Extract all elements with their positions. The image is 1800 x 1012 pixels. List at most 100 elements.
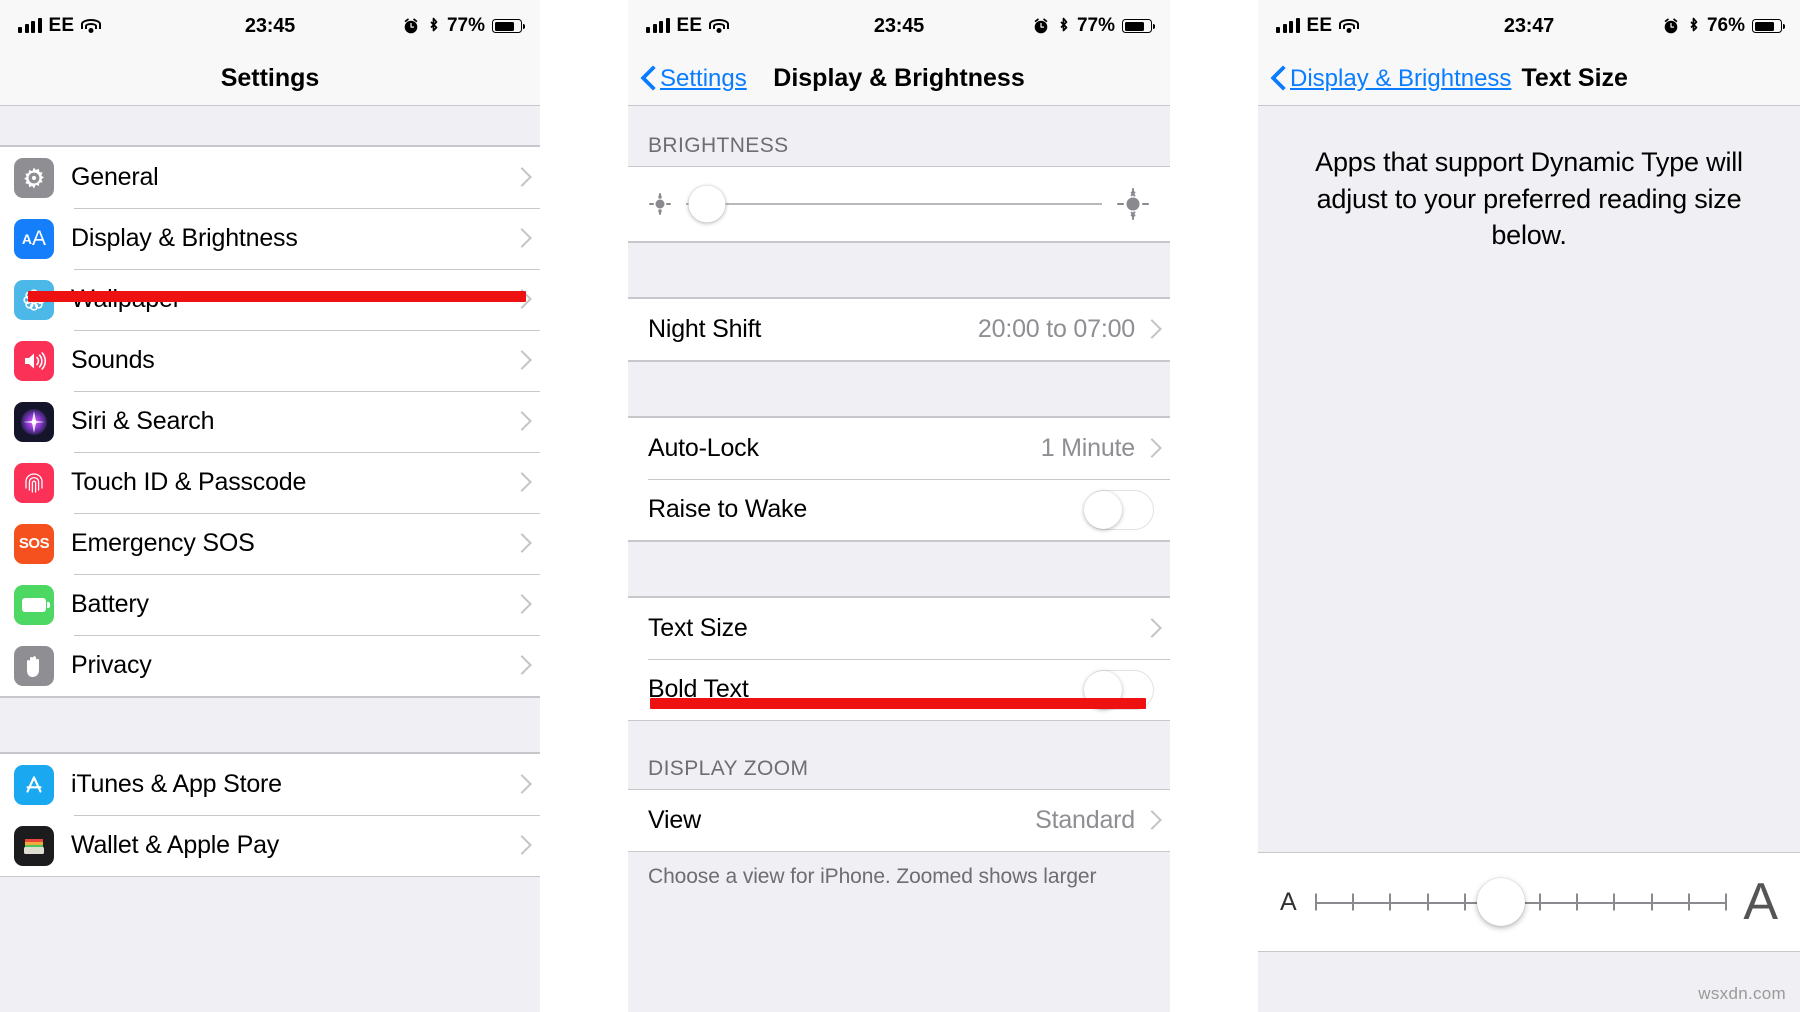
brightness-group xyxy=(628,167,1170,242)
status-bar: EE 23:45 77% xyxy=(628,0,1170,52)
text-size-slider-track[interactable] xyxy=(1314,878,1728,926)
slider-tick xyxy=(1463,893,1466,911)
wifi-icon xyxy=(1339,18,1360,34)
row-label: Auto-Lock xyxy=(648,434,759,462)
chevron-right-icon xyxy=(1145,619,1156,638)
row-raise-to-wake[interactable]: Raise to Wake xyxy=(628,479,1170,540)
row-bold-text[interactable]: Bold Text xyxy=(628,659,1170,720)
text-size-body: Apps that support Dynamic Type will adju… xyxy=(1258,106,1800,1012)
brightness-slider-knob[interactable] xyxy=(688,185,726,223)
row-night-shift[interactable]: Night Shift 20:00 to 07:00 xyxy=(628,299,1170,360)
display-zoom-group: View Standard xyxy=(628,790,1170,852)
sidebar-item-sounds[interactable]: Sounds xyxy=(0,330,540,391)
row-value: 20:00 to 07:00 xyxy=(977,315,1135,343)
slider-tick xyxy=(1426,893,1429,911)
brightness-slider-track[interactable] xyxy=(686,185,1102,223)
page-title: Settings xyxy=(220,64,320,92)
chevron-right-icon xyxy=(515,351,526,370)
section-header-label: BRIGHTNESS xyxy=(648,134,789,157)
back-button-display-brightness[interactable]: Display & Brightness xyxy=(1272,65,1511,93)
hand-icon xyxy=(14,645,54,686)
brightness-slider-row[interactable] xyxy=(628,167,1170,241)
large-a-label: A xyxy=(1743,873,1778,931)
chevron-right-icon xyxy=(515,534,526,553)
bluetooth-icon xyxy=(1060,17,1068,31)
speaker-icon xyxy=(14,340,54,381)
sidebar-item-label: Privacy xyxy=(71,651,152,679)
chevron-right-icon xyxy=(515,656,526,675)
slider-tick xyxy=(1650,893,1653,911)
section-header-label: DISPLAY ZOOM xyxy=(648,757,809,780)
back-button-label: Settings xyxy=(660,64,747,92)
display-settings-list[interactable]: BRIGHTNESS Night Shift 20:00 to 07:00 Au… xyxy=(628,106,1170,1012)
slider-tick xyxy=(1538,893,1541,911)
status-bar: EE 23:45 77% xyxy=(0,0,540,52)
battery-percent-label: 77% xyxy=(446,15,485,36)
watermark-label: wsxdn.com xyxy=(1698,984,1786,1003)
sidebar-item-label: iTunes & App Store xyxy=(71,770,282,798)
row-label: Raise to Wake xyxy=(648,495,808,523)
chevron-left-icon xyxy=(1272,67,1285,90)
nav-bar-text-size: Display & Brightness Text Size xyxy=(1258,52,1800,106)
back-button-settings[interactable]: Settings xyxy=(642,65,747,93)
status-bar: EE 23:47 76% xyxy=(1258,0,1800,52)
sidebar-item-itunes-app-store[interactable]: iTunes & App Store xyxy=(0,754,540,815)
sidebar-item-label: Sounds xyxy=(71,346,155,374)
app-store-icon xyxy=(14,764,54,805)
view-footer-label: Choose a view for iPhone. Zoomed shows l… xyxy=(648,865,1097,888)
signal-bars-icon xyxy=(646,18,670,33)
row-text-size[interactable]: Text Size xyxy=(628,598,1170,659)
list-top-gap xyxy=(0,106,540,146)
signal-bars-icon xyxy=(18,18,42,33)
row-auto-lock[interactable]: Auto-Lock 1 Minute xyxy=(628,418,1170,479)
sidebar-item-emergency-sos[interactable]: SOS Emergency SOS xyxy=(0,513,540,574)
slider-tick xyxy=(1352,893,1354,911)
sidebar-item-battery[interactable]: Battery xyxy=(0,574,540,635)
sidebar-item-label: Touch ID & Passcode xyxy=(71,468,307,496)
status-bar-right: 77% xyxy=(1032,15,1155,37)
section-header-display-zoom: DISPLAY ZOOM xyxy=(628,721,1170,790)
sidebar-item-general[interactable]: General xyxy=(0,147,540,208)
text-size-slider-knob[interactable] xyxy=(1477,878,1526,926)
slider-tick xyxy=(1613,893,1616,911)
battery-icon xyxy=(492,19,525,33)
row-label: Text Size xyxy=(648,614,748,642)
sidebar-item-display-brightness[interactable]: AA Display & Brightness xyxy=(0,208,540,269)
battery-percent-label: 77% xyxy=(1076,15,1115,36)
slider-tick xyxy=(1314,893,1317,911)
carrier-label: EE xyxy=(1306,15,1333,36)
settings-list[interactable]: General AA Display & Brightness Sounds S… xyxy=(0,106,540,1012)
sidebar-item-siri-search[interactable]: Siri & Search xyxy=(0,391,540,452)
row-view[interactable]: View Standard xyxy=(628,790,1170,851)
sidebar-item-label: Siri & Search xyxy=(71,407,215,435)
sidebar-item-label: Display & Brightness xyxy=(71,224,298,252)
gap-after-brightness xyxy=(628,242,1170,298)
slider-tick xyxy=(1575,893,1578,911)
sidebar-item-wallet-apple-pay[interactable]: Wallet & Apple Pay xyxy=(0,815,540,876)
text-size-slider-row[interactable]: A A xyxy=(1258,852,1800,952)
sidebar-item-label: Wallet & Apple Pay xyxy=(71,831,280,859)
chevron-right-icon xyxy=(515,595,526,614)
battery-icon xyxy=(1752,19,1785,33)
panel-display-brightness: EE 23:45 77% Settings Display & Brightne… xyxy=(628,0,1170,1012)
chevron-right-icon xyxy=(515,836,526,855)
annotation-underline-display-brightness xyxy=(28,291,526,302)
list-section-gap xyxy=(0,697,540,753)
wallet-icon xyxy=(14,825,54,866)
slider-tick xyxy=(1389,893,1392,911)
chevron-right-icon xyxy=(515,775,526,794)
raise-to-wake-toggle[interactable] xyxy=(1084,489,1154,530)
sidebar-item-touch-id-passcode[interactable]: Touch ID & Passcode xyxy=(0,452,540,513)
slider-tick xyxy=(1725,893,1728,911)
chevron-right-icon xyxy=(515,473,526,492)
sidebar-item-label: Battery xyxy=(71,590,149,618)
wifi-icon xyxy=(709,18,730,34)
alarm-clock-icon xyxy=(404,18,418,34)
status-bar-left: EE xyxy=(1276,15,1360,37)
sidebar-item-privacy[interactable]: Privacy xyxy=(0,635,540,696)
chevron-right-icon xyxy=(515,412,526,431)
section-header-brightness: BRIGHTNESS xyxy=(628,106,1170,167)
sidebar-item-label: Emergency SOS xyxy=(71,529,255,557)
carrier-label: EE xyxy=(676,15,703,36)
signal-bars-icon xyxy=(1276,18,1300,33)
